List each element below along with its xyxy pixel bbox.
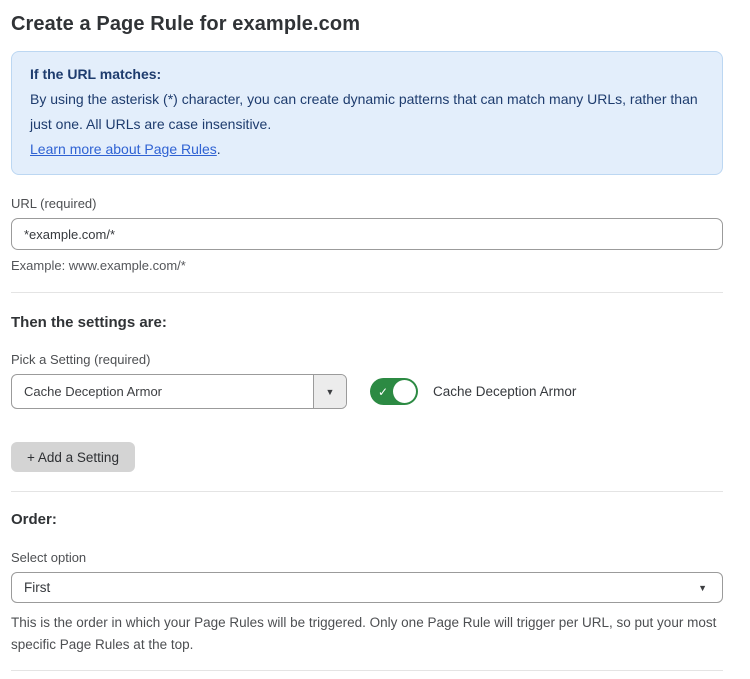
- setting-select-value: Cache Deception Armor: [12, 375, 313, 408]
- setting-toggle[interactable]: ✓: [370, 378, 418, 405]
- order-select-label: Select option: [11, 550, 723, 565]
- url-example-helper: Example: www.example.com/*: [11, 258, 723, 273]
- order-select-value: First: [24, 580, 698, 595]
- order-helper-text: This is the order in which your Page Rul…: [11, 612, 723, 656]
- url-field-label: URL (required): [11, 196, 723, 211]
- add-setting-button[interactable]: + Add a Setting: [11, 442, 135, 472]
- chevron-down-icon: ▼: [698, 583, 707, 593]
- url-match-info-box: If the URL matches: By using the asteris…: [11, 51, 723, 175]
- setting-row: Cache Deception Armor ▼ ✓ Cache Deceptio…: [11, 374, 723, 409]
- settings-section-heading: Then the settings are:: [11, 314, 723, 331]
- info-link-line: Learn more about Page Rules.: [30, 137, 704, 162]
- toggle-label: Cache Deception Armor: [433, 384, 576, 399]
- order-select[interactable]: First ▼: [11, 572, 723, 603]
- order-section-heading: Order:: [11, 511, 723, 528]
- link-suffix: .: [217, 141, 221, 157]
- chevron-down-icon: ▼: [326, 387, 335, 397]
- divider: [11, 491, 723, 492]
- learn-more-link[interactable]: Learn more about Page Rules: [30, 141, 217, 157]
- setting-toggle-group: ✓ Cache Deception Armor: [370, 378, 576, 405]
- page-title: Create a Page Rule for example.com: [11, 13, 723, 36]
- info-box-body: By using the asterisk (*) character, you…: [30, 87, 704, 137]
- setting-select[interactable]: Cache Deception Armor ▼: [11, 374, 347, 409]
- toggle-knob: [393, 380, 416, 403]
- info-box-heading: If the URL matches:: [30, 62, 704, 87]
- url-input[interactable]: [11, 218, 723, 250]
- pick-setting-label: Pick a Setting (required): [11, 352, 723, 367]
- divider: [11, 670, 723, 671]
- divider: [11, 292, 723, 293]
- setting-select-arrow-button[interactable]: ▼: [313, 375, 346, 408]
- page-rule-form: Create a Page Rule for example.com If th…: [0, 0, 750, 679]
- check-icon: ✓: [378, 386, 388, 398]
